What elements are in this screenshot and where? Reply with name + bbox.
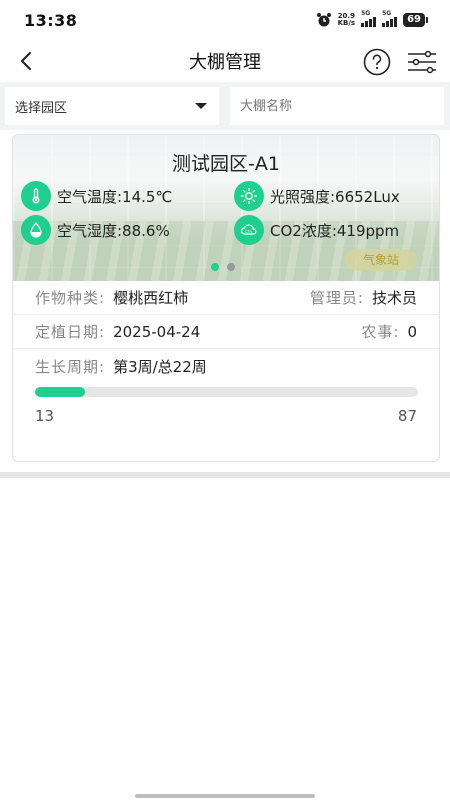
co2-text: CO2浓度:419ppm [270, 221, 400, 240]
home-indicator[interactable] [135, 794, 315, 798]
greenhouse-photo-banner[interactable]: 测试园区-A1 空气温度:14.5℃ 光照强度:6652Lux 空气湿度:88.… [13, 135, 439, 281]
air-temperature-text: 空气温度:14.5℃ [57, 187, 173, 206]
farm-work-value: 0 [407, 322, 417, 341]
manager-value: 技术员 [371, 289, 417, 307]
greenhouse-title: 测试园区-A1 [172, 153, 280, 175]
greenhouse-name-input[interactable] [230, 87, 444, 125]
net-speed-unit: KB/s [337, 19, 356, 27]
signal-icon: 5G [361, 10, 377, 27]
plant-date-value: 2025-04-24 [113, 322, 201, 341]
help-icon[interactable] [362, 47, 392, 77]
growth-progress-fill [35, 387, 85, 397]
svg-text:CO₂: CO₂ [245, 230, 252, 234]
info-row-growth-cycle: 生长周期: 第3周/总22周 [13, 349, 439, 383]
crop-value: 樱桃西红柿 [113, 289, 189, 307]
light-intensity-text: 光照强度:6652Lux [270, 187, 400, 206]
status-time: 13:38 [24, 10, 78, 30]
battery-level: 69 [403, 13, 425, 27]
greenhouse-card[interactable]: 测试园区-A1 空气温度:14.5℃ 光照强度:6652Lux 空气湿度:88.… [12, 134, 440, 462]
co2-cloud-icon: CO₂ [234, 215, 264, 245]
battery-icon: 69 [403, 13, 428, 27]
progress-right-value: 87 [397, 407, 417, 425]
thermometer-icon [21, 181, 51, 211]
crop-label: 作物种类: [35, 289, 106, 307]
status-bar: 13:38 20.9 KB/s 5G 5G 69 [0, 0, 450, 40]
progress-left-value: 13 [35, 407, 55, 425]
water-drop-icon [21, 215, 51, 245]
signal-label-2: 5G [382, 10, 392, 17]
filter-bar: 选择园区 [0, 82, 450, 130]
network-speed: 20.9 KB/s [338, 13, 355, 27]
metric-co2: CO₂ CO2浓度:419ppm [234, 215, 399, 245]
filter-settings-icon[interactable] [406, 48, 438, 76]
farm-work-label: 农事: [361, 323, 400, 341]
growth-value: 第3周/总22周 [113, 357, 207, 376]
alarm-clock-icon [316, 13, 331, 27]
manager-label: 管理员: [309, 289, 364, 307]
park-select-label: 选择园区 [15, 100, 68, 116]
section-divider [0, 472, 450, 478]
metric-air-humidity: 空气湿度:88.6% [21, 215, 170, 245]
sun-icon [234, 181, 264, 211]
carousel-dot-active[interactable] [211, 263, 219, 271]
info-row-crop: 作物种类: 樱桃西红柿 管理员: 技术员 [13, 281, 439, 315]
plant-date-label: 定植日期: [35, 323, 106, 341]
park-select[interactable]: 选择园区 [5, 87, 219, 125]
air-humidity-text: 空气湿度:88.6% [57, 221, 170, 240]
metric-air-temperature: 空气温度:14.5℃ [21, 181, 172, 211]
signal-label-1: 5G [361, 10, 371, 17]
status-icons: 20.9 KB/s 5G 5G 69 [316, 10, 428, 28]
weather-station-button[interactable]: 气象站 [345, 249, 417, 271]
info-row-plant-date: 定植日期: 2025-04-24 农事: 0 [13, 315, 439, 349]
carousel-dot[interactable] [227, 263, 235, 271]
carousel-indicator [211, 263, 235, 271]
nav-bar: 大棚管理 [0, 40, 450, 82]
growth-progress-bar [35, 387, 418, 397]
dropdown-caret-icon [195, 103, 207, 109]
signal-icon-2: 5G [382, 10, 398, 27]
growth-label: 生长周期: [35, 357, 106, 376]
farm-work-link[interactable]: 农事: 0 [361, 321, 417, 342]
metric-light-intensity: 光照强度:6652Lux [234, 181, 400, 211]
